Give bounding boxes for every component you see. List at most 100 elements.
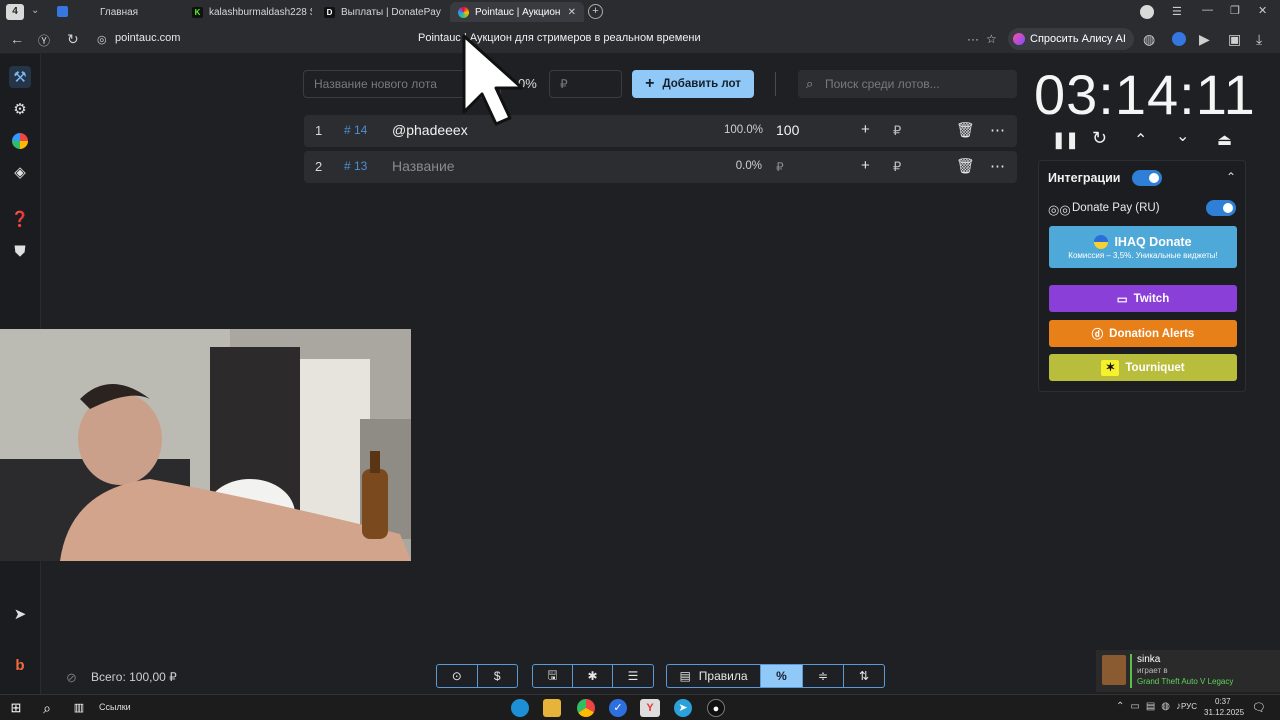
tourniquet-button[interactable]: ✶ Tourniquet — [1049, 354, 1237, 381]
donate-icon[interactable]: $ — [478, 665, 518, 687]
layers-icon[interactable]: ◈ — [9, 161, 31, 183]
restart-icon[interactable]: ↻ — [1092, 128, 1107, 149]
minimize-button[interactable]: — — [1202, 4, 1213, 16]
ihaq-label: IHAQ Donate — [1114, 234, 1192, 249]
notifications-icon[interactable]: 🗨 — [1250, 699, 1268, 717]
chevron-up-icon[interactable]: ⌃ — [1134, 130, 1147, 150]
streamer-name: sinka — [1137, 654, 1161, 665]
more-icon[interactable]: ··· — [967, 32, 979, 46]
integrations-title: Интеграции — [1048, 171, 1121, 185]
lot-name[interactable]: Название — [392, 158, 455, 174]
lot-number: 1 — [315, 123, 323, 138]
lot-id: # 13 — [344, 159, 368, 173]
wheel-icon[interactable] — [9, 130, 31, 152]
shield-icon[interactable]: ⛊ — [9, 240, 31, 262]
donation-alerts-button[interactable]: ⓓ Donation Alerts — [1049, 320, 1237, 347]
gear-icon[interactable]: ⚙ — [9, 98, 31, 120]
bookmarks-icon[interactable]: ☰ — [1172, 5, 1182, 18]
tab-label: kalashburmaldash228 Stre — [209, 6, 312, 18]
lot-name[interactable]: @phadeeex — [392, 122, 468, 138]
tab-pointauc[interactable]: Pointauc | Аукцион для ✕ — [450, 2, 584, 22]
integrations-toggle[interactable] — [1132, 170, 1162, 186]
download-manager-icon[interactable]: ✓ — [609, 699, 627, 717]
sort-icon[interactable]: ⇅ — [844, 665, 884, 687]
chrome-icon[interactable] — [577, 699, 595, 717]
input-language[interactable]: РУС — [1181, 702, 1197, 711]
yandex-browser-icon[interactable]: Y — [640, 699, 660, 717]
tab-counter[interactable]: 4 — [6, 4, 24, 20]
compact-icon[interactable]: ≑ — [803, 665, 844, 687]
media-icon[interactable]: ▶ — [1199, 31, 1210, 48]
new-tab-button[interactable]: + — [588, 4, 603, 19]
collections-icon[interactable]: ▣ — [1228, 31, 1241, 48]
profile-avatar-icon[interactable] — [1140, 5, 1154, 19]
donatepay-toggle[interactable] — [1206, 200, 1236, 216]
close-icon[interactable]: ✕ — [568, 7, 576, 18]
alice-icon — [1013, 33, 1025, 45]
back-icon[interactable]: ← — [10, 31, 24, 47]
window-close-button[interactable]: ✕ — [1258, 4, 1267, 17]
plus-icon[interactable]: + — [861, 157, 870, 174]
windows-start-icon[interactable]: ⊞ — [7, 699, 25, 717]
task-view-icon[interactable]: ▥ — [70, 699, 88, 717]
boosty-icon[interactable]: b — [9, 654, 31, 676]
telegram-icon[interactable]: ➤ — [674, 699, 692, 717]
amount-input[interactable]: ₽ — [549, 70, 622, 98]
site-info-icon[interactable]: ◎ — [97, 33, 107, 46]
chevron-up-icon[interactable]: ⌃ — [1226, 170, 1236, 184]
trash-icon[interactable]: 🗑 — [956, 121, 975, 139]
folder-icon[interactable] — [543, 699, 561, 717]
visibility-off-icon[interactable]: ⊘ — [66, 670, 77, 686]
mouse-cursor — [462, 34, 524, 126]
telegram-icon[interactable]: ➤ — [9, 603, 31, 625]
lot-row[interactable]: 1 # 14 @phadeeex 100.0% 100 + ₽ 🗑 ⋯ — [304, 115, 1017, 147]
chevron-down-icon[interactable]: ⌄ — [31, 5, 39, 16]
pinned-tab-icon[interactable] — [57, 6, 68, 17]
lot-amount-currency[interactable]: ₽ — [776, 160, 784, 174]
tab-home[interactable]: Главная — [92, 2, 180, 22]
links-label[interactable]: Ссылки — [99, 702, 131, 712]
currency-icon[interactable]: ₽ — [893, 123, 901, 139]
rules-icon: ▤ — [679, 669, 691, 683]
ihaq-donate-button[interactable]: IHAQ Donate Комиссия – 3,5%. Уникальные … — [1049, 226, 1237, 268]
maximize-button[interactable]: ❐ — [1230, 4, 1240, 17]
percent-toggle-icon[interactable]: % — [761, 665, 803, 687]
github-icon[interactable]: ⊙ — [437, 665, 478, 687]
save-icon[interactable]: 🖫 — [533, 665, 573, 687]
lot-row[interactable]: 2 # 13 Название 0.0% ₽ + ₽ 🗑 ⋯ — [304, 151, 1017, 183]
more-icon[interactable]: ⋯ — [990, 157, 1005, 175]
rules-button[interactable]: ▤ Правила — [667, 665, 761, 687]
bookmark-icon[interactable]: ☆ — [986, 32, 997, 46]
search-icon[interactable]: ⌕ — [38, 699, 56, 717]
yandex-icon[interactable]: Ⓨ — [38, 32, 50, 49]
edge-icon[interactable] — [511, 699, 529, 717]
tab-donatepay[interactable]: D Выплаты | DonatePay — [316, 2, 448, 22]
search-input[interactable]: ⌕ Поиск среди лотов... — [798, 70, 1017, 98]
tab-kick[interactable]: K kalashburmaldash228 Stre — [184, 2, 312, 22]
obs-icon[interactable]: ● — [707, 699, 725, 717]
collapse-icon[interactable]: ⏏ — [1217, 130, 1232, 150]
currency-icon[interactable]: ₽ — [893, 159, 901, 175]
chevron-down-icon[interactable]: ⌄ — [1176, 126, 1189, 146]
reload-icon[interactable]: ↻ — [67, 31, 79, 48]
tray-icons[interactable]: ⌃▭▤◍♪ — [1116, 701, 1187, 712]
total-amount: Всего: 100,00 ₽ — [91, 670, 177, 684]
clear-list-icon[interactable]: ☰ — [613, 665, 653, 687]
extension-icon[interactable] — [1172, 32, 1186, 46]
lot-amount[interactable]: 100 — [776, 122, 799, 138]
donatepay-icon: ◎◎ — [1048, 202, 1071, 217]
help-icon[interactable]: ❓ — [9, 208, 31, 230]
download-icon[interactable]: ⤓ — [1256, 31, 1262, 48]
ask-alice-button[interactable]: Спросить Алису AI — [1008, 28, 1134, 50]
twitch-button[interactable]: ▭ Twitch — [1049, 285, 1237, 312]
bug-icon[interactable]: ✱ — [573, 665, 613, 687]
more-icon[interactable]: ⋯ — [990, 121, 1005, 139]
url-field[interactable]: pointauc.com — [115, 32, 180, 44]
tab-label: Главная — [100, 6, 139, 18]
auction-hammer-icon[interactable]: ⚒ — [9, 66, 31, 88]
trash-icon[interactable]: 🗑 — [956, 157, 975, 175]
globe-icon[interactable]: ◍ — [1143, 31, 1155, 48]
add-lot-button[interactable]: + Добавить лот — [632, 70, 754, 98]
pause-icon[interactable]: ❚❚ — [1052, 130, 1079, 150]
plus-icon[interactable]: + — [861, 121, 870, 138]
